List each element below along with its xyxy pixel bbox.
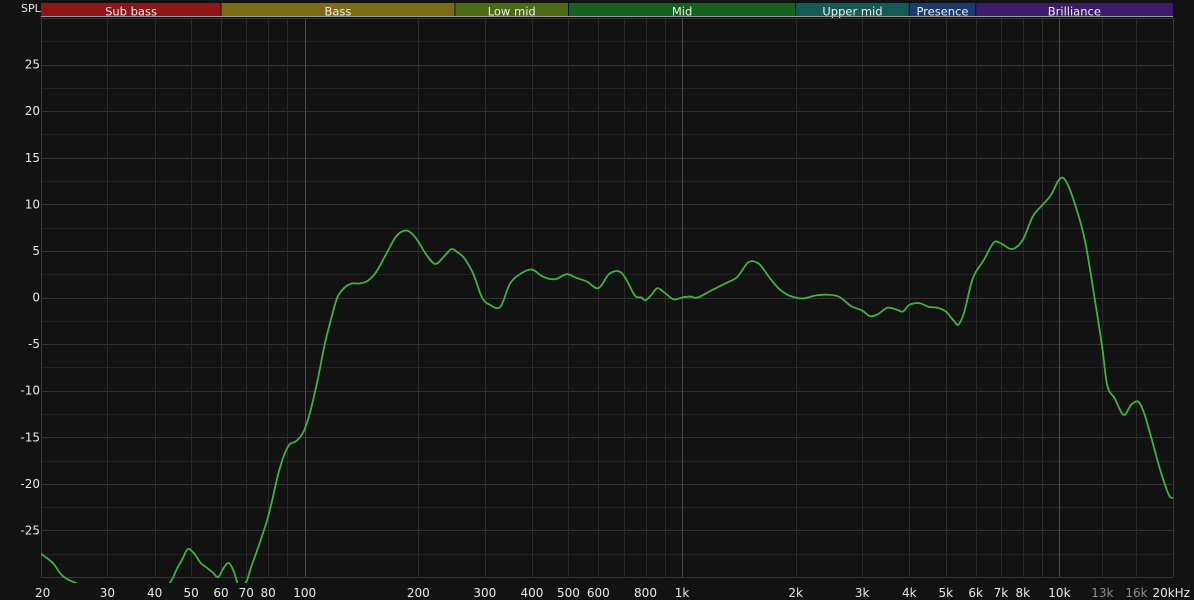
x-tick-label: 6k — [968, 586, 983, 600]
x-tick-label: 800 — [634, 586, 657, 600]
x-tick-label: 20kHz — [1152, 586, 1190, 600]
y-tick-label: -20 — [20, 477, 40, 491]
frequency-response-chart: Sub bass Bass Low mid Mid Upper mid Presence B… — [0, 0, 1194, 600]
y-tick-label: 15 — [25, 151, 40, 165]
y-tick-label: -10 — [20, 384, 40, 398]
x-tick-label: 600 — [587, 586, 610, 600]
x-tick-label: 500 — [557, 586, 580, 600]
x-tick-label: 10k — [1048, 586, 1070, 600]
x-tick-label: 100 — [293, 586, 316, 600]
x-tick-label: 60 — [213, 586, 228, 600]
x-tick-label: 3k — [855, 586, 870, 600]
y-tick-label: -15 — [20, 430, 40, 444]
y-tick-label: 0 — [32, 291, 40, 305]
x-tick-label: 1k — [675, 586, 690, 600]
x-tick-label: 20 — [35, 586, 50, 600]
x-tick-label: 200 — [407, 586, 430, 600]
x-tick-label: 5k — [939, 586, 954, 600]
y-tick-label: 25 — [25, 58, 40, 72]
x-tick-label: 30 — [100, 586, 115, 600]
x-tick-label: 50 — [184, 586, 199, 600]
x-tick-label: 80 — [261, 586, 276, 600]
x-tick-label: 7k — [994, 586, 1009, 600]
y-tick-label: 5 — [32, 244, 40, 258]
x-tick-label: 70 — [239, 586, 254, 600]
frequency-band-bar: Sub bass Bass Low mid Mid Upper mid Presence B… — [41, 3, 1173, 19]
x-tick-label: 8k — [1016, 586, 1031, 600]
chart-background — [0, 0, 1194, 600]
x-tick-label: 300 — [473, 586, 496, 600]
y-tick-label: 10 — [25, 197, 40, 211]
x-tick-label: 2k — [788, 586, 803, 600]
x-tick-label: 4k — [902, 586, 917, 600]
x-tick-label: 13k — [1091, 586, 1113, 600]
y-tick-label: -25 — [20, 523, 40, 537]
x-tick-label: 400 — [520, 586, 543, 600]
y-axis-label: SPL — [21, 2, 42, 15]
y-tick-label: 20 — [25, 104, 40, 118]
x-tick-label: 40 — [147, 586, 162, 600]
y-tick-label: -5 — [28, 337, 40, 351]
x-tick-label: 16k — [1125, 586, 1147, 600]
